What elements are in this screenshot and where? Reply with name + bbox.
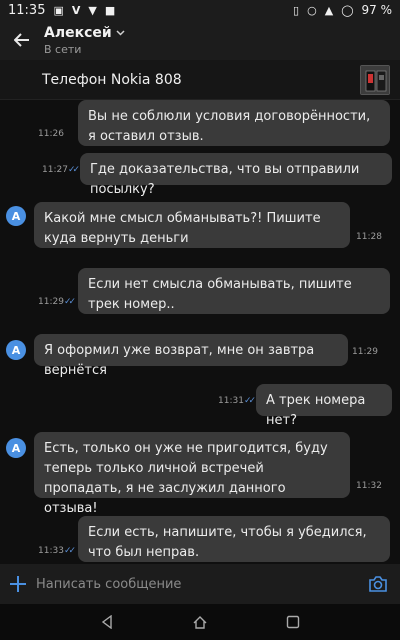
plus-icon	[10, 576, 26, 592]
message-text: Какой мне смысл обманывать?! Пишите куда…	[44, 211, 321, 246]
message-list[interactable]: 11:26 Вы не соблюли условия договорённос…	[0, 100, 400, 564]
contact-avatar[interactable]: А	[6, 438, 26, 458]
contact-info[interactable]: Алексей В сети	[44, 25, 125, 56]
outgoing-message[interactable]: Где доказательства, что вы отправили пос…	[80, 153, 392, 197]
read-checkmarks-icon: ✓✓	[244, 396, 256, 406]
message-time: 11:26	[38, 129, 64, 139]
shield-notification-icon: ▼	[88, 3, 97, 17]
image-notification-icon: ▣	[53, 3, 64, 17]
outgoing-message[interactable]: Вы не соблюли условия договорённости, я …	[78, 100, 390, 146]
message-composer	[0, 564, 400, 604]
outgoing-message[interactable]: А трек номера нет?	[256, 384, 392, 428]
camera-button[interactable]	[356, 564, 400, 604]
message-time: 11:29	[38, 297, 64, 307]
message-text: Если нет смысла обманывать, пишите трек …	[88, 277, 352, 312]
contact-name: Алексей	[44, 24, 112, 41]
lock-notification-icon: ■	[104, 3, 116, 17]
chevron-down-icon	[116, 29, 125, 36]
signal-icon: ▲	[324, 3, 334, 17]
message-text: Есть, только он уже не пригодится, буду …	[44, 441, 328, 516]
camera-icon	[369, 576, 387, 592]
nav-back-button[interactable]	[92, 607, 122, 637]
message-text: Я оформил уже возврат, мне он завтра вер…	[44, 343, 315, 378]
outgoing-message[interactable]: Если нет смысла обманывать, пишите трек …	[78, 268, 390, 314]
message-time: 11:31	[218, 396, 244, 406]
read-checkmarks-icon: ✓✓	[64, 297, 76, 307]
incoming-message[interactable]: Есть, только он уже не пригодится, буду …	[34, 432, 350, 516]
message-text: Где доказательства, что вы отправили пос…	[90, 162, 360, 197]
message-text: Если есть, напишите, чтобы я убедился, ч…	[88, 525, 367, 560]
back-button[interactable]	[0, 20, 44, 60]
nav-recents-button[interactable]	[278, 607, 308, 637]
phone-image-icon	[361, 66, 389, 94]
wifi-icon: ○	[307, 3, 317, 17]
incoming-message[interactable]: Я оформил уже возврат, мне он завтра вер…	[34, 334, 348, 378]
status-bar: 11:35 ▣ V ▼ ■ ▯ ○ ▲ ◯ 97 %	[0, 0, 400, 20]
vibrate-icon: ▯	[293, 3, 300, 17]
attach-button[interactable]	[0, 564, 36, 604]
message-time: 11:27	[42, 165, 68, 175]
contact-avatar[interactable]: А	[6, 206, 26, 226]
v-notification-icon: V	[71, 3, 81, 17]
clock: 11:35	[8, 2, 46, 18]
listing-title: Телефон Nokia 808	[42, 71, 182, 88]
presence-status: В сети	[44, 42, 82, 56]
contact-avatar[interactable]: А	[6, 340, 26, 360]
arrow-left-icon	[14, 33, 29, 47]
battery-percent: 97 %	[361, 3, 393, 17]
message-time: 11:29	[352, 347, 378, 357]
home-icon	[193, 616, 207, 629]
chat-header: Алексей В сети	[0, 20, 400, 60]
listing-thumbnail[interactable]	[360, 65, 390, 95]
message-text: А трек номера нет?	[266, 393, 366, 428]
outgoing-message[interactable]: Если есть, напишите, чтобы я убедился, ч…	[78, 516, 390, 562]
read-checkmarks-icon: ✓✓	[68, 165, 80, 175]
battery-icon: ◯	[341, 3, 354, 17]
message-input[interactable]	[36, 576, 356, 592]
triangle-back-icon	[101, 615, 112, 629]
nav-home-button[interactable]	[185, 607, 215, 637]
read-checkmarks-icon: ✓✓	[64, 546, 76, 556]
message-time: 11:33	[38, 546, 64, 556]
incoming-message[interactable]: Какой мне смысл обманывать?! Пишите куда…	[34, 202, 350, 248]
message-time: 11:32	[356, 481, 382, 491]
recents-icon	[287, 615, 300, 629]
system-nav-bar	[0, 604, 400, 640]
message-time: 11:28	[356, 232, 382, 242]
listing-bar[interactable]: Телефон Nokia 808	[0, 60, 400, 100]
message-text: Вы не соблюли условия договорённости, я …	[88, 109, 371, 144]
